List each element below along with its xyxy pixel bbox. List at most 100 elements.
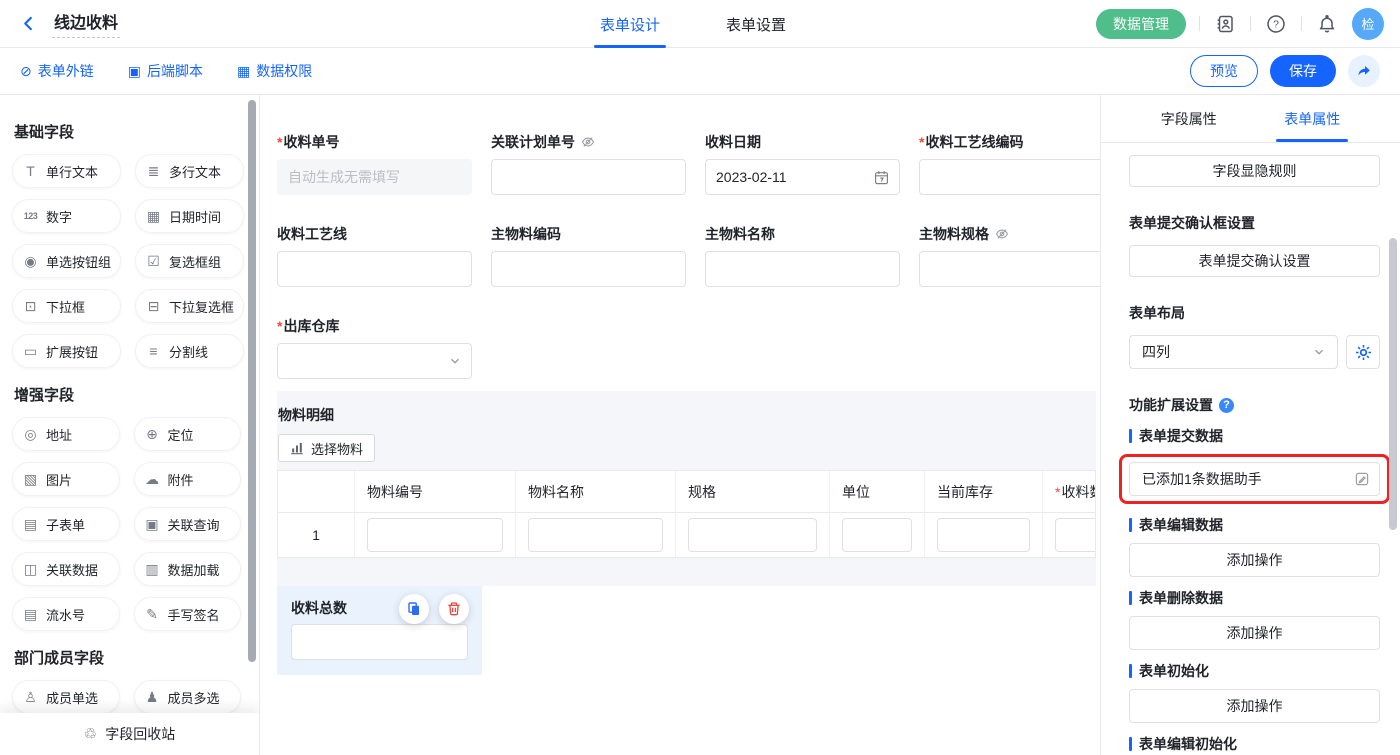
tab-form-settings[interactable]: 表单设置	[726, 0, 786, 48]
field-radio-group[interactable]: ◉ 单选按钮组	[12, 244, 121, 278]
field-address[interactable]: ◎ 地址	[12, 417, 120, 451]
field-input[interactable]	[919, 159, 1100, 195]
field-datetime[interactable]: ▦ 日期时间	[135, 199, 244, 233]
back-button[interactable]	[16, 12, 40, 36]
page-title[interactable]: 线边收料	[52, 9, 120, 38]
field-main-material-spec[interactable]: 主物料规格	[919, 225, 1100, 287]
field-multi-line-text[interactable]: ≣ 多行文本	[135, 154, 244, 188]
field-type-label: 单行文本	[46, 162, 98, 181]
field-divider[interactable]: ≡ 分割线	[135, 334, 244, 368]
field-checkbox-group[interactable]: ☑ 复选框组	[135, 244, 244, 278]
subform-cell	[1043, 513, 1096, 557]
field-receipt-date[interactable]: 收料日期 2023-02-11	[705, 133, 900, 195]
recycle-bin-button[interactable]: ♲ 字段回收站	[0, 713, 259, 755]
field-process-line-code[interactable]: 收料工艺线编码	[919, 133, 1100, 195]
field-type-icon: ♙	[22, 689, 39, 706]
field-input[interactable]	[705, 251, 900, 287]
column-header: 收料数	[1043, 471, 1096, 513]
field-type-label: 定位	[168, 425, 194, 444]
sidebar-scrollbar-thumb[interactable]	[248, 100, 256, 662]
backend-script-link[interactable]: ▣ 后端脚本	[128, 61, 203, 81]
section-title-enhanced-fields: 增强字段	[14, 384, 239, 405]
field-input[interactable]	[491, 251, 686, 287]
field-multi-select[interactable]: ⊟ 下拉复选框	[135, 289, 244, 323]
save-button[interactable]: 保存	[1270, 55, 1336, 87]
field-location[interactable]: ⊕ 定位	[134, 417, 242, 451]
field-number[interactable]: 123 数字	[12, 199, 121, 233]
subform-cell-input[interactable]	[367, 518, 503, 552]
field-attachment[interactable]: ☁ 附件	[134, 462, 242, 496]
field-image[interactable]: ▧ 图片	[12, 462, 120, 496]
data-manage-button[interactable]: 数据管理	[1096, 9, 1186, 39]
submit-confirm-button[interactable]: 表单提交确认设置	[1129, 245, 1380, 277]
layout-select[interactable]: 四列	[1129, 335, 1338, 369]
field-display-rules-button[interactable]: 字段显隐规则	[1129, 155, 1380, 187]
notification-button[interactable]	[1315, 12, 1339, 36]
column-header: 单位	[830, 471, 925, 513]
warehouse-select[interactable]	[277, 343, 472, 379]
copy-field-button[interactable]	[399, 594, 429, 624]
field-input[interactable]	[919, 251, 1100, 287]
recycle-label: 字段回收站	[105, 724, 175, 744]
properties-scrollbar-thumb[interactable]	[1389, 238, 1397, 530]
field-receipt-no[interactable]: 收料单号 自动生成无需填写	[277, 133, 472, 195]
field-member-single[interactable]: ♙ 成员单选	[12, 680, 120, 714]
field-type-label: 子表单	[46, 515, 85, 534]
subform-cell-input[interactable]	[688, 518, 817, 552]
properties-tabs: 字段属性 表单属性	[1101, 95, 1400, 143]
main-area: 基础字段 T 单行文本 ≣ 多行文本 123 数字	[0, 95, 1400, 755]
preview-button[interactable]: 预览	[1190, 55, 1258, 87]
field-select[interactable]: ⊡ 下拉框	[12, 289, 121, 323]
field-main-material-code[interactable]: 主物料编码	[491, 225, 686, 287]
field-label: 主物料编码	[491, 225, 686, 242]
field-warehouse[interactable]: 出库仓库	[277, 317, 472, 379]
share-button[interactable]	[1348, 55, 1380, 87]
select-material-button[interactable]: 选择物料	[278, 434, 375, 462]
field-input[interactable]: 2023-02-11	[705, 159, 900, 195]
data-permission-link[interactable]: ▦ 数据权限	[237, 61, 312, 81]
field-signature[interactable]: ✎ 手写签名	[134, 597, 242, 631]
field-extend-button[interactable]: ▭ 扩展按钮	[12, 334, 121, 368]
subform-cell-input[interactable]	[937, 518, 1030, 552]
field-member-multi[interactable]: ♟ 成员多选	[134, 680, 242, 714]
field-serial-number[interactable]: ▤ 流水号	[12, 597, 120, 631]
form-external-link[interactable]: ⊘ 表单外链	[20, 61, 94, 81]
subform-cell-input[interactable]	[1055, 518, 1096, 552]
field-input[interactable]	[277, 251, 472, 287]
extension-action-button[interactable]: 已添加1条数据助手	[1129, 462, 1380, 496]
edit-icon[interactable]	[1354, 471, 1370, 487]
field-type-icon: ☑	[145, 253, 162, 270]
address-book-button[interactable]	[1213, 12, 1237, 36]
extension-action-button[interactable]: 添加操作	[1129, 689, 1380, 723]
layout-settings-button[interactable]	[1346, 335, 1380, 369]
field-input[interactable]	[291, 624, 468, 660]
field-linked-plan-no[interactable]: 关联计划单号	[491, 133, 686, 195]
tab-field-properties[interactable]: 字段属性	[1127, 95, 1251, 142]
field-input[interactable]	[491, 159, 686, 195]
field-main-material-name[interactable]: 主物料名称	[705, 225, 900, 287]
selected-field-total[interactable]: 收料总数	[277, 586, 482, 675]
ext-form-edit-data: 表单编辑数据 添加操作	[1129, 516, 1380, 577]
help-button[interactable]: ?	[1264, 12, 1288, 36]
avatar[interactable]: 检	[1352, 8, 1384, 40]
field-single-line-text[interactable]: T 单行文本	[12, 154, 121, 188]
extensions-help-icon[interactable]: ?	[1219, 398, 1234, 413]
field-process-line[interactable]: 收料工艺线	[277, 225, 472, 287]
submit-confirm-title: 表单提交确认框设置	[1129, 213, 1380, 233]
extension-action-button[interactable]: 添加操作	[1129, 543, 1380, 577]
extension-action-button[interactable]: 添加操作	[1129, 616, 1380, 650]
field-type-label: 成员单选	[46, 688, 98, 707]
tab-form-properties[interactable]: 表单属性	[1251, 95, 1375, 142]
field-input[interactable]: 自动生成无需填写	[277, 159, 472, 195]
tab-form-design[interactable]: 表单设计	[600, 0, 660, 48]
row-index-cell: 1	[278, 513, 355, 557]
field-linked-data[interactable]: ◫ 关联数据	[12, 552, 120, 586]
field-linked-query[interactable]: ▣ 关联查询	[134, 507, 242, 541]
subform-cell-input[interactable]	[528, 518, 663, 552]
subform-material-detail[interactable]: 物料明细 选择物料 物料编号 物料名称	[277, 391, 1096, 586]
field-type-icon: ◉	[22, 253, 39, 270]
field-data-load[interactable]: ▥ 数据加载	[134, 552, 242, 586]
subform-cell-input[interactable]	[842, 518, 912, 552]
delete-field-button[interactable]	[439, 594, 469, 624]
field-subform[interactable]: ▤ 子表单	[12, 507, 120, 541]
